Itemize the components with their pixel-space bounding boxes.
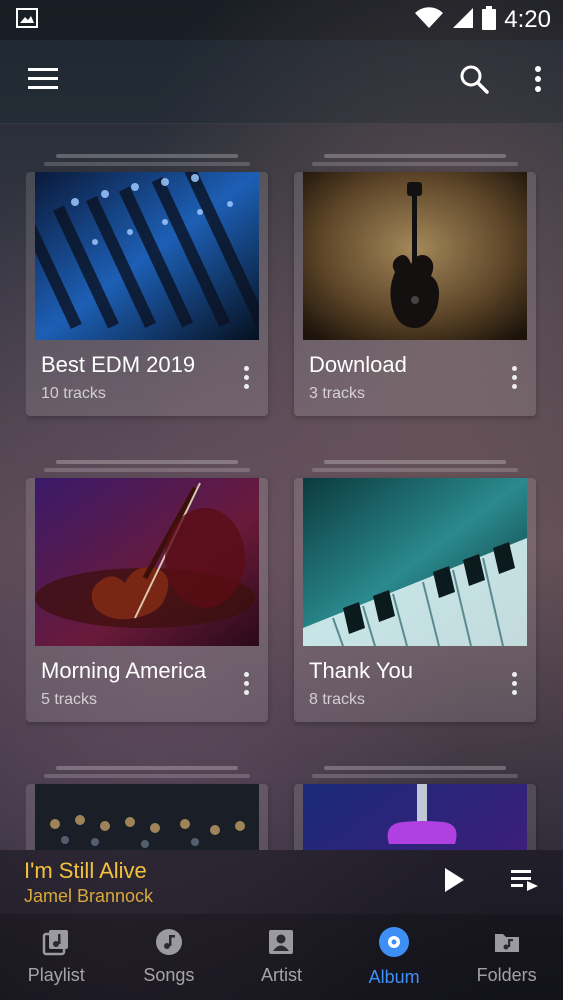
album-more-button[interactable] xyxy=(234,362,258,392)
album-card-body: Morning America 5 tracks xyxy=(26,478,268,722)
nav-label: Artist xyxy=(260,965,302,985)
stack-line xyxy=(44,774,250,778)
album-card-body: Download 3 tracks xyxy=(294,172,536,416)
mixer-art xyxy=(35,172,259,340)
mini-player-controls xyxy=(443,867,539,898)
menu-icon xyxy=(28,68,58,95)
nav-item-artist[interactable]: Artist xyxy=(226,928,336,986)
stack-line xyxy=(312,162,518,166)
status-bar: 4:20 xyxy=(0,0,563,40)
album-card-body: Best EDM 2019 10 tracks xyxy=(26,172,268,416)
album-card[interactable] xyxy=(294,762,536,850)
stack-line xyxy=(44,468,250,472)
violin-art xyxy=(35,478,259,646)
status-time: 4:20 xyxy=(504,6,551,33)
album-card-body xyxy=(294,784,536,850)
album-card[interactable] xyxy=(26,762,268,850)
more-vert-icon xyxy=(533,65,543,98)
album-title: Morning America xyxy=(41,658,207,683)
album-track-count: 10 tracks xyxy=(41,385,106,402)
app-bar xyxy=(0,40,563,124)
album-card-body: Thank You 8 tracks xyxy=(294,478,536,722)
nav-label: Folders xyxy=(476,965,537,985)
play-icon xyxy=(443,867,465,898)
signal-icon xyxy=(452,7,474,34)
album-title: Best EDM 2019 xyxy=(41,352,196,377)
album-more-button[interactable] xyxy=(502,362,526,392)
album-icon xyxy=(378,926,410,963)
album-card[interactable]: Download 3 tracks xyxy=(294,150,536,416)
nav-label: Album xyxy=(368,967,420,987)
album-card-body xyxy=(26,784,268,850)
stack-line xyxy=(324,460,506,464)
nav-label: Playlist xyxy=(27,965,85,985)
album-title: Download xyxy=(309,352,407,377)
menu-button[interactable] xyxy=(28,68,58,95)
stack-line xyxy=(44,162,250,166)
nav-item-album[interactable]: Album xyxy=(339,926,449,988)
playlist-icon xyxy=(42,928,70,961)
stack-line xyxy=(56,766,238,770)
album-track-count: 3 tracks xyxy=(309,385,366,402)
nav-item-folders[interactable]: Folders xyxy=(452,928,562,986)
nav-item-songs[interactable]: Songs xyxy=(114,928,224,986)
album-more-button[interactable] xyxy=(234,668,258,698)
album-card[interactable]: Best EDM 2019 10 tracks xyxy=(26,150,268,416)
neon-guitar-art xyxy=(303,784,527,850)
guitar-art xyxy=(303,172,527,340)
album-grid: Best EDM 2019 10 tracks Download 3 track… xyxy=(26,150,541,850)
folder-music-icon xyxy=(493,928,521,961)
album-more-button[interactable] xyxy=(502,668,526,698)
album-card[interactable]: Thank You 8 tracks xyxy=(294,456,536,722)
piano-art xyxy=(303,478,527,646)
album-title: Thank You xyxy=(309,658,413,683)
mini-player[interactable]: I'm Still Alive Jamel Brannock xyxy=(0,850,563,914)
stack-line xyxy=(56,154,238,158)
stack-line xyxy=(312,774,518,778)
app-bar-actions xyxy=(459,64,543,99)
image-notification-icon xyxy=(16,7,38,33)
stack-line xyxy=(56,460,238,464)
nav-label: Songs xyxy=(143,965,195,985)
bottom-navigation: Playlist Songs Artist Album Folders xyxy=(0,914,563,1000)
stack-line xyxy=(324,766,506,770)
album-track-count: 5 tracks xyxy=(41,691,98,708)
wifi-icon xyxy=(414,6,444,34)
nav-item-playlist[interactable]: Playlist xyxy=(1,928,111,986)
now-playing-artist: Jamel Brannock xyxy=(24,885,154,906)
orchestra-art xyxy=(35,784,259,850)
play-button[interactable] xyxy=(443,867,465,898)
search-button[interactable] xyxy=(459,64,489,99)
album-card[interactable]: Morning America 5 tracks xyxy=(26,456,268,722)
status-left xyxy=(16,7,38,33)
stack-line xyxy=(324,154,506,158)
more-options-button[interactable] xyxy=(533,65,543,98)
queue-icon xyxy=(511,868,539,897)
queue-button[interactable] xyxy=(511,868,539,897)
stack-line xyxy=(312,468,518,472)
now-playing-title: I'm Still Alive xyxy=(24,857,147,883)
status-right: 4:20 xyxy=(414,5,551,35)
music-note-icon xyxy=(155,928,183,961)
battery-icon xyxy=(482,5,497,35)
artist-icon xyxy=(267,928,295,961)
album-track-count: 8 tracks xyxy=(309,691,366,708)
now-playing-info[interactable]: I'm Still Alive Jamel Brannock xyxy=(24,858,153,907)
search-icon xyxy=(459,64,489,99)
